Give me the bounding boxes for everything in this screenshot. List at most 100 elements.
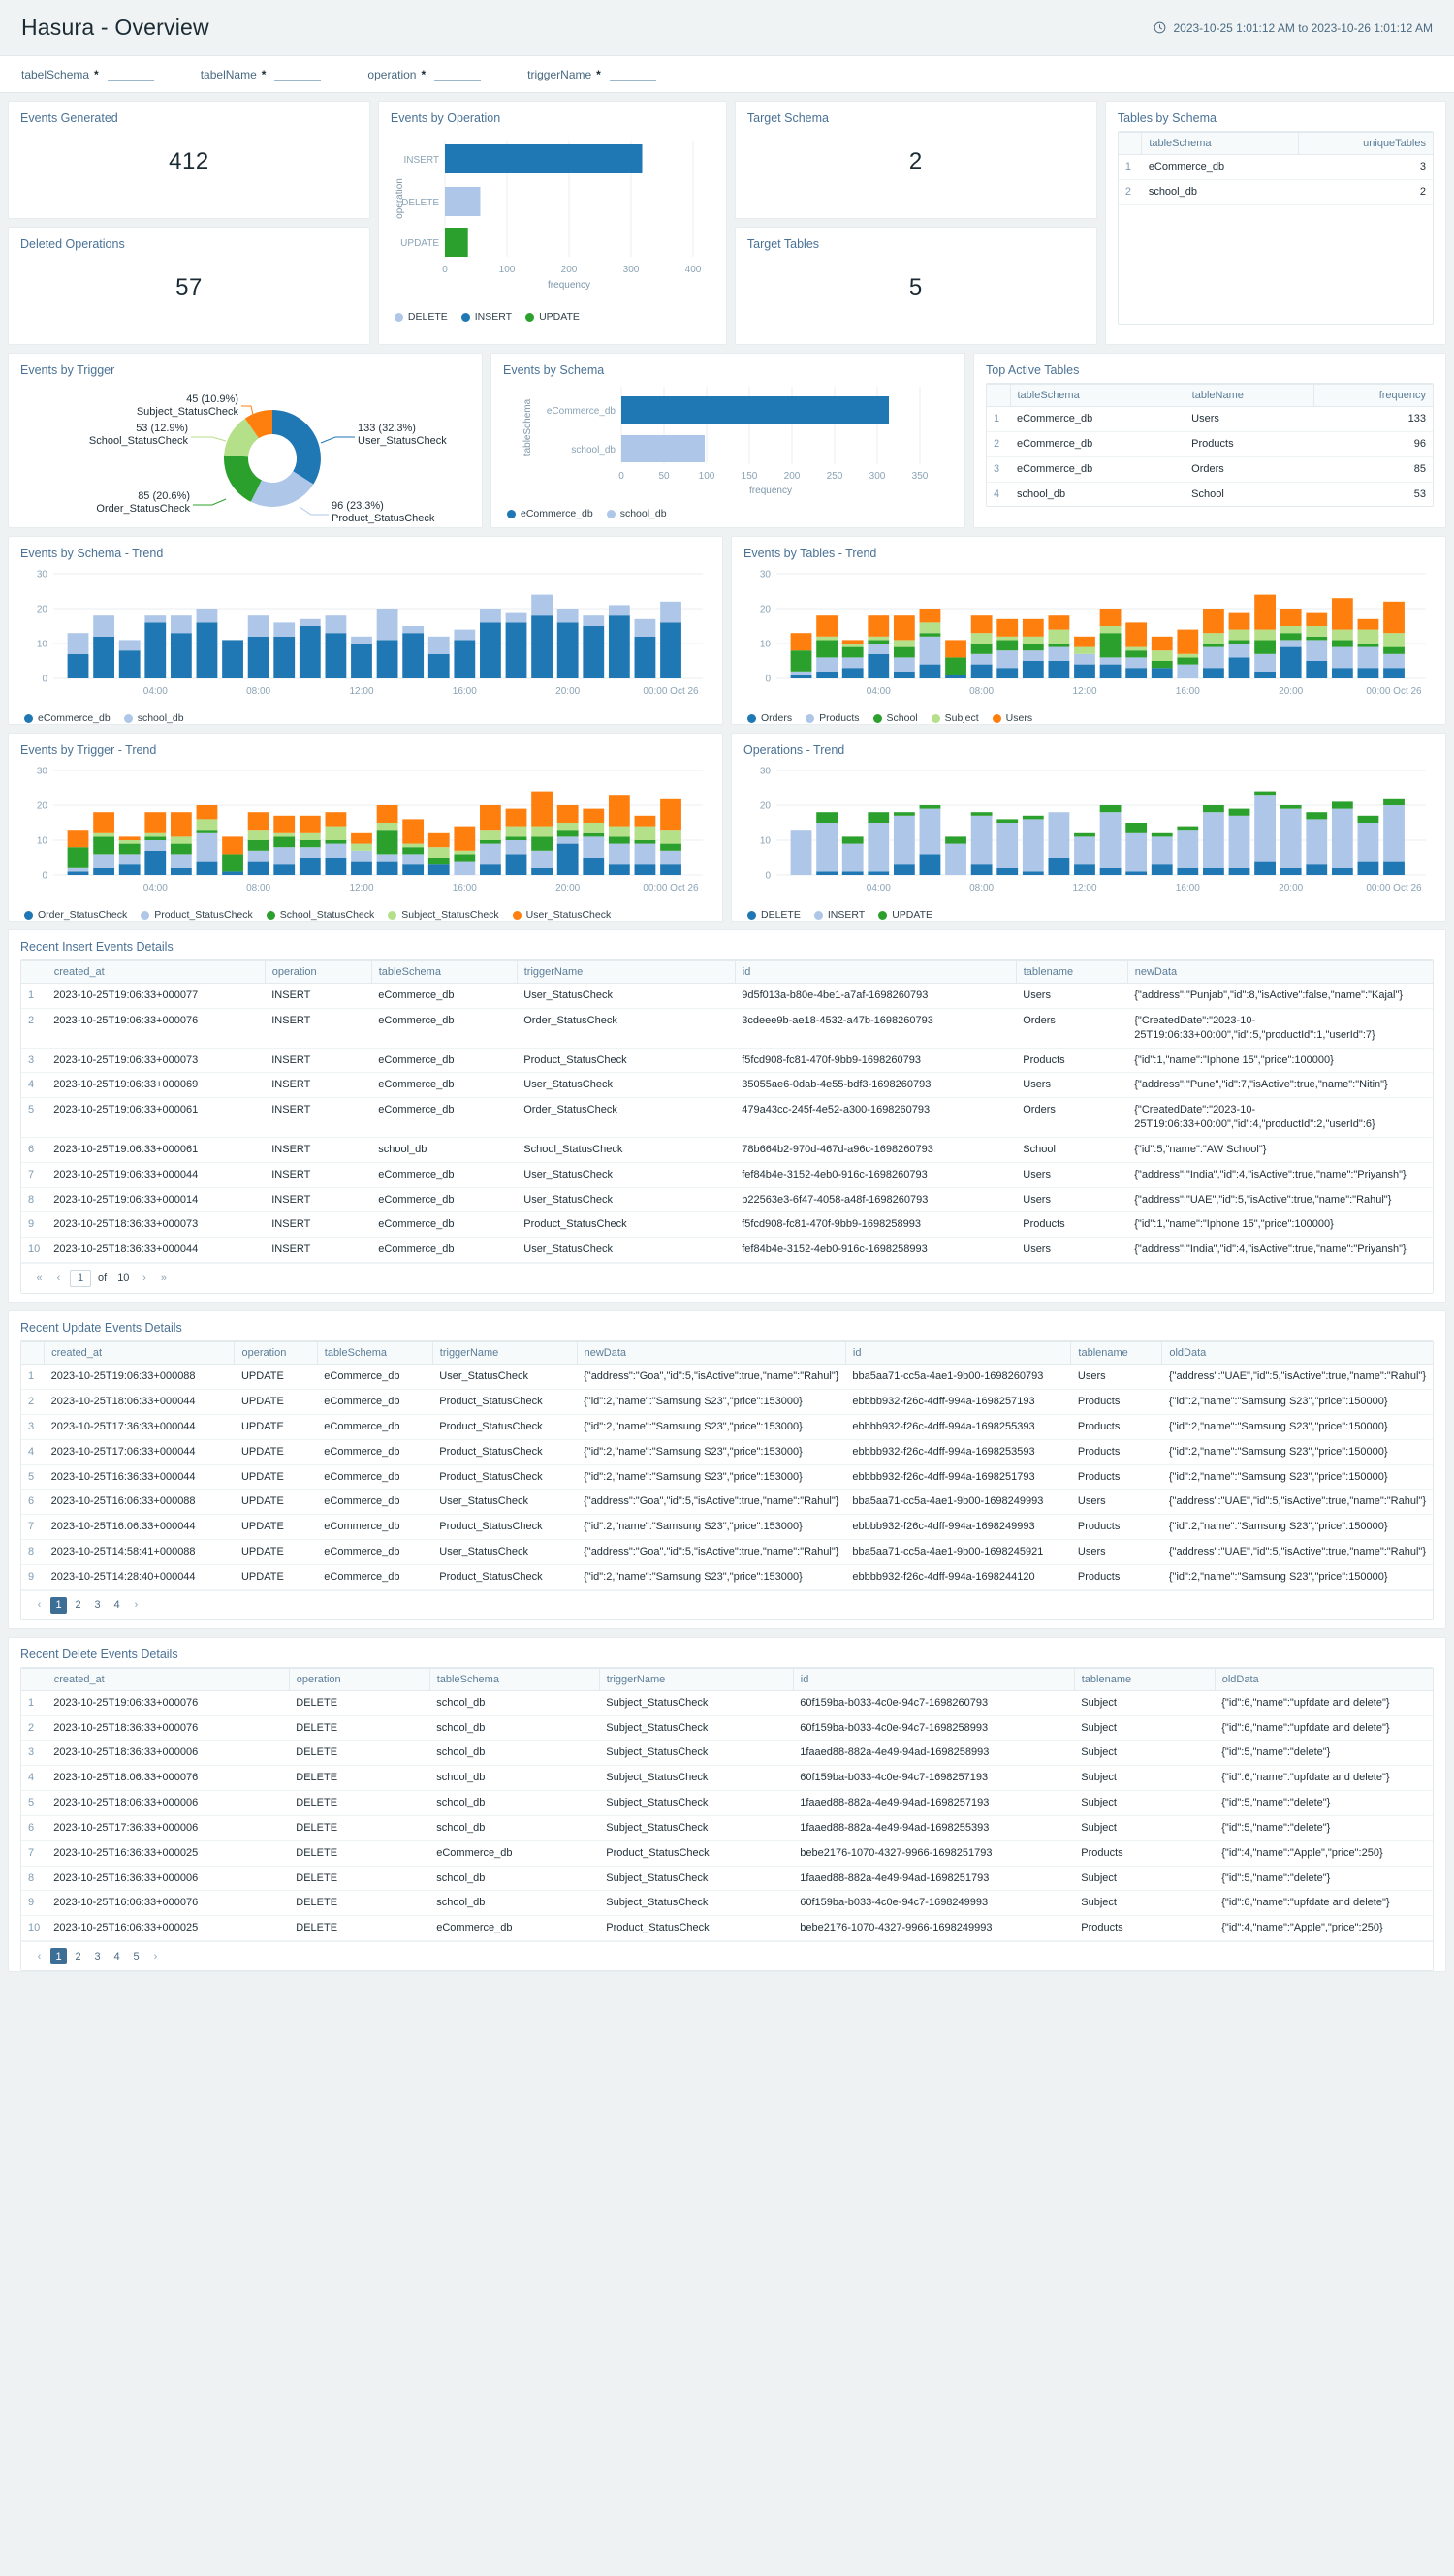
col-tableschema[interactable]: tableSchema bbox=[1010, 385, 1185, 407]
col-index[interactable] bbox=[21, 961, 47, 984]
col-operation[interactable]: operation bbox=[265, 961, 371, 984]
legend-item[interactable]: eCommerce_db bbox=[507, 508, 593, 519]
col-newdata[interactable]: newData bbox=[577, 1342, 845, 1365]
chart-events-by-tables-trend[interactable]: 010203004:0008:0012:0016:0020:0000:00 Oc… bbox=[743, 566, 1434, 707]
recent-delete-grid[interactable]: created_at operation tableSchema trigger… bbox=[20, 1667, 1434, 1971]
table-row[interactable]: 3eCommerce_dbOrders85 bbox=[987, 456, 1433, 482]
filter-triggername[interactable]: triggerName * bbox=[527, 68, 656, 81]
col-olddata[interactable]: oldData bbox=[1215, 1668, 1433, 1690]
legend-item[interactable]: User_StatusCheck bbox=[513, 909, 612, 921]
legend-item[interactable]: school_db bbox=[124, 712, 184, 724]
col-created-at[interactable]: created_at bbox=[47, 1668, 289, 1690]
table-row[interactable]: 42023-10-25T19:06:33+000069INSERTeCommer… bbox=[21, 1073, 1433, 1098]
col-operation[interactable]: operation bbox=[289, 1668, 429, 1690]
chart-events-by-trigger-trend[interactable]: 010203004:0008:0012:0016:0020:0000:00 Oc… bbox=[20, 763, 711, 903]
legend-item[interactable]: Subject bbox=[932, 712, 979, 724]
pager-page-1[interactable]: 1 bbox=[50, 1948, 67, 1964]
chart-operations-trend[interactable]: 010203004:0008:0012:0016:0020:0000:00 Oc… bbox=[743, 763, 1434, 903]
pager-last[interactable]: » bbox=[155, 1271, 172, 1287]
tables-by-schema-grid[interactable]: tableSchema uniqueTables 1eCommerce_db32… bbox=[1118, 131, 1434, 325]
table-row[interactable]: 52023-10-25T18:06:33+000006DELETEschool_… bbox=[21, 1791, 1433, 1816]
pager-page-3[interactable]: 3 bbox=[89, 1948, 106, 1964]
table-row[interactable]: 42023-10-25T18:06:33+000076DELETEschool_… bbox=[21, 1766, 1433, 1791]
chart-events-by-schema[interactable]: eCommerce_db school_db tableSchema 0 50 … bbox=[503, 383, 953, 502]
table-row[interactable]: 52023-10-25T16:36:33+000044UPDATEeCommer… bbox=[21, 1464, 1433, 1490]
col-id[interactable]: id bbox=[793, 1668, 1074, 1690]
chart-events-by-trigger[interactable]: 133 (32.3%) User_StatusCheck 96 (23.3%) … bbox=[20, 383, 470, 531]
table-row[interactable]: 72023-10-25T16:36:33+000025DELETEeCommer… bbox=[21, 1840, 1433, 1866]
col-uniquetables[interactable]: uniqueTables bbox=[1298, 133, 1433, 155]
col-olddata[interactable]: oldData bbox=[1162, 1342, 1433, 1365]
legend-item[interactable]: eCommerce_db bbox=[24, 712, 111, 724]
legend-item[interactable]: Product_StatusCheck bbox=[141, 909, 253, 921]
table-row[interactable]: 82023-10-25T14:58:41+000088UPDATEeCommer… bbox=[21, 1540, 1433, 1565]
col-tableschema[interactable]: tableSchema bbox=[429, 1668, 599, 1690]
col-operation[interactable]: operation bbox=[235, 1342, 317, 1365]
slice-user-statuscheck[interactable] bbox=[272, 410, 321, 485]
filter-input-triggername[interactable] bbox=[610, 72, 656, 81]
table-row[interactable]: 42023-10-25T17:06:33+000044UPDATEeCommer… bbox=[21, 1439, 1433, 1464]
col-triggername[interactable]: triggerName bbox=[599, 1668, 793, 1690]
chart-events-by-schema-trend[interactable]: 010203004:0008:0012:0016:0020:0000:00 Oc… bbox=[20, 566, 711, 707]
col-triggername[interactable]: triggerName bbox=[517, 961, 735, 984]
col-tablename[interactable]: tablename bbox=[1016, 961, 1127, 984]
recent-update-grid[interactable]: created_at operation tableSchema trigger… bbox=[20, 1340, 1434, 1620]
legend-item[interactable]: Orders bbox=[747, 712, 792, 724]
col-tableschema[interactable]: tableSchema bbox=[317, 1342, 432, 1365]
col-id[interactable]: id bbox=[845, 1342, 1070, 1365]
legend-item[interactable]: DELETE bbox=[747, 909, 801, 921]
filter-input-operation[interactable] bbox=[434, 72, 481, 81]
table-row[interactable]: 92023-10-25T16:06:33+000076DELETEschool_… bbox=[21, 1891, 1433, 1916]
filter-tabelname[interactable]: tabelName * bbox=[201, 68, 322, 81]
table-row[interactable]: 12023-10-25T19:06:33+000076DELETEschool_… bbox=[21, 1690, 1433, 1715]
table-row[interactable]: 32023-10-25T17:36:33+000044UPDATEeCommer… bbox=[21, 1414, 1433, 1439]
col-created-at[interactable]: created_at bbox=[45, 1342, 235, 1365]
legend-item[interactable]: Order_StatusCheck bbox=[24, 909, 127, 921]
table-row[interactable]: 2school_db2 bbox=[1119, 179, 1433, 204]
filter-operation[interactable]: operation * bbox=[367, 68, 481, 81]
table-row[interactable]: 92023-10-25T14:28:40+000044UPDATEeCommer… bbox=[21, 1564, 1433, 1589]
legend-item[interactable]: UPDATE bbox=[525, 311, 580, 323]
pager-page-5[interactable]: 5 bbox=[128, 1948, 144, 1964]
pager-prev[interactable]: ‹ bbox=[50, 1271, 67, 1287]
filter-input-tabelschema[interactable] bbox=[108, 72, 154, 81]
top-active-tables-grid[interactable]: tableSchema tableName frequency 1eCommer… bbox=[986, 383, 1434, 507]
pager-next[interactable]: › bbox=[147, 1948, 164, 1964]
legend-item[interactable]: School bbox=[873, 712, 918, 724]
chart-events-by-operation[interactable]: INSERT DELETE UPDATE operation 0 100 200… bbox=[391, 131, 714, 305]
filter-tabelschema[interactable]: tabelSchema * bbox=[21, 68, 154, 81]
legend-item[interactable]: school_db bbox=[607, 508, 667, 519]
table-row[interactable]: 72023-10-25T16:06:33+000044UPDATEeCommer… bbox=[21, 1515, 1433, 1540]
table-row[interactable]: 1eCommerce_db3 bbox=[1119, 155, 1433, 180]
table-row[interactable]: 102023-10-25T16:06:33+000025DELETEeComme… bbox=[21, 1916, 1433, 1941]
col-tablename[interactable]: tablename bbox=[1071, 1342, 1162, 1365]
recent-insert-grid[interactable]: created_at operation tableSchema trigger… bbox=[20, 959, 1434, 1294]
table-row[interactable]: 72023-10-25T19:06:33+000044INSERTeCommer… bbox=[21, 1162, 1433, 1187]
pager-prev[interactable]: ‹ bbox=[31, 1597, 47, 1614]
update-pagination[interactable]: ‹ 1234 › bbox=[21, 1590, 1433, 1619]
table-row[interactable]: 82023-10-25T19:06:33+000014INSERTeCommer… bbox=[21, 1187, 1433, 1212]
table-row[interactable]: 32023-10-25T19:06:33+000073INSERTeCommer… bbox=[21, 1048, 1433, 1073]
col-triggername[interactable]: triggerName bbox=[432, 1342, 577, 1365]
pager-page-4[interactable]: 4 bbox=[109, 1948, 125, 1964]
table-row[interactable]: 32023-10-25T18:36:33+000006DELETEschool_… bbox=[21, 1741, 1433, 1766]
table-row[interactable]: 12023-10-25T19:06:33+000088UPDATEeCommer… bbox=[21, 1365, 1433, 1390]
table-row[interactable]: 62023-10-25T17:36:33+000006DELETEschool_… bbox=[21, 1815, 1433, 1840]
legend-item[interactable]: UPDATE bbox=[878, 909, 932, 921]
table-row[interactable]: 62023-10-25T19:06:33+000061INSERTschool_… bbox=[21, 1137, 1433, 1162]
pager-page-3[interactable]: 3 bbox=[89, 1597, 106, 1614]
table-row[interactable]: 52023-10-25T19:06:33+000061INSERTeCommer… bbox=[21, 1098, 1433, 1138]
insert-pagination[interactable]: « ‹ 1 of 10 › » bbox=[21, 1263, 1433, 1293]
col-id[interactable]: id bbox=[735, 961, 1016, 984]
legend-item[interactable]: INSERT bbox=[814, 909, 865, 921]
pager-page-2[interactable]: 2 bbox=[70, 1948, 86, 1964]
col-tableschema[interactable]: tableSchema bbox=[371, 961, 517, 984]
table-row[interactable]: 22023-10-25T19:06:33+000076INSERTeCommer… bbox=[21, 1008, 1433, 1048]
legend-item[interactable]: DELETE bbox=[395, 311, 448, 323]
legend-item[interactable]: INSERT bbox=[461, 311, 512, 323]
table-row[interactable]: 2eCommerce_dbProducts96 bbox=[987, 431, 1433, 456]
date-range-display[interactable]: 2023-10-25 1:01:12 AM to 2023-10-26 1:01… bbox=[1154, 21, 1433, 35]
table-row[interactable]: 22023-10-25T18:06:33+000044UPDATEeCommer… bbox=[21, 1389, 1433, 1414]
pager-page-4[interactable]: 4 bbox=[109, 1597, 125, 1614]
legend-item[interactable]: Users bbox=[993, 712, 1032, 724]
